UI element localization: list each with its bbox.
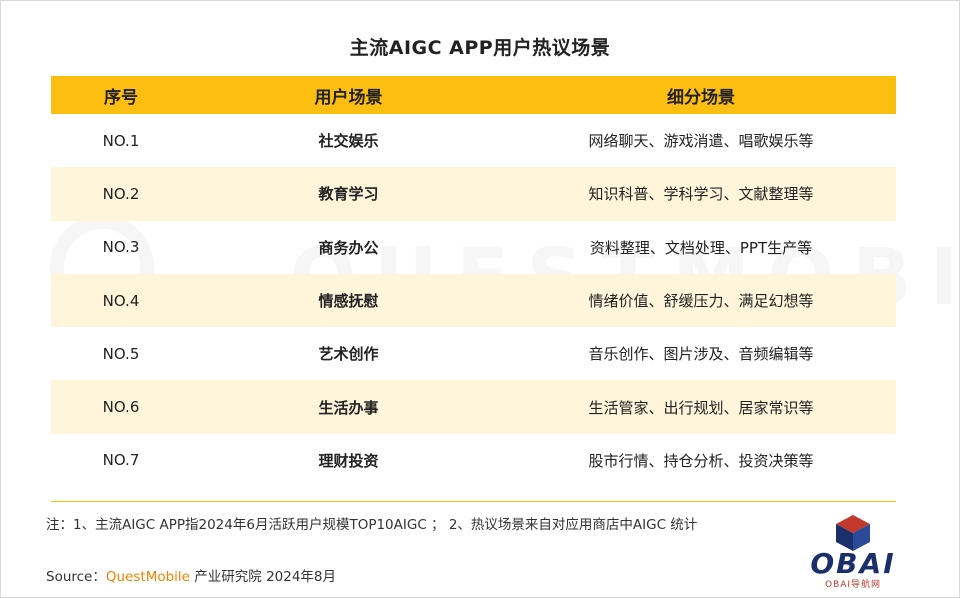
table-row: NO.4 情感抚慰 情绪价值、舒缓压力、满足幻想等 xyxy=(51,273,896,328)
row-no: NO.4 xyxy=(51,273,191,328)
row-detail: 知识科普、学科学习、文献整理等 xyxy=(506,167,896,221)
table-row: NO.7 理财投资 股市行情、持仓分析、投资决策等 xyxy=(51,434,896,487)
row-detail: 情绪价值、舒缓压力、满足幻想等 xyxy=(506,273,896,328)
table-row: NO.3 商务办公 资料整理、文档处理、PPT生产等 xyxy=(51,221,896,274)
source-label: Source： xyxy=(46,569,106,585)
source-line: Source：QuestMobile 产业研究院 2024年8月 xyxy=(46,565,336,585)
table-row: NO.1 社交娱乐 网络聊天、游戏消遣、唱歌娱乐等 xyxy=(51,114,896,167)
scenario-table: 序号 用户场景 细分场景 NO.1 社交娱乐 网络聊天、游戏消遣、唱歌娱乐等 N… xyxy=(51,76,896,487)
table-row: NO.2 教育学习 知识科普、学科学习、文献整理等 xyxy=(51,167,896,221)
row-no: NO.6 xyxy=(51,380,191,434)
row-no: NO.5 xyxy=(102,344,140,363)
footnote: 注：1、主流AIGC APP指2024年6月活跃用户规模TOP10AIGC ； … xyxy=(46,517,698,533)
row-detail: 资料整理、文档处理、PPT生产等 xyxy=(589,238,813,257)
source-rest: 产业研究院 2024年8月 xyxy=(189,569,337,585)
table-header-row: 序号 用户场景 细分场景 xyxy=(51,76,896,114)
source-brand: QuestMobile xyxy=(105,569,190,585)
logo-text: OBAI xyxy=(810,547,896,580)
header-detail: 细分场景 xyxy=(506,76,896,114)
table-row: NO.5 艺术创作 音乐创作、图片涉及、音频编辑等 xyxy=(51,327,896,380)
row-no: NO.7 xyxy=(102,451,140,470)
row-no: NO.3 xyxy=(102,238,140,257)
header-scene: 用户场景 xyxy=(191,76,506,114)
row-detail: 音乐创作、图片涉及、音频编辑等 xyxy=(588,345,814,364)
row-scene: 艺术创作 xyxy=(318,345,379,364)
row-scene: 理财投资 xyxy=(318,451,379,470)
row-no: NO.1 xyxy=(102,131,140,150)
row-scene: 社交娱乐 xyxy=(318,132,379,151)
row-scene: 商务办公 xyxy=(318,238,379,257)
row-scene: 生活办事 xyxy=(191,380,506,434)
page-title: 主流AIGC APP用户热议场景 xyxy=(349,37,611,59)
row-detail: 股市行情、持仓分析、投资决策等 xyxy=(588,451,814,470)
row-detail: 网络聊天、游戏消遣、唱歌娱乐等 xyxy=(588,132,814,151)
header-no: 序号 xyxy=(51,76,191,114)
row-no: NO.2 xyxy=(51,167,191,221)
row-scene: 情感抚慰 xyxy=(191,273,506,328)
obai-logo: OBAI OBAI导航网 xyxy=(806,513,900,590)
row-detail: 生活管家、出行规划、居家常识等 xyxy=(506,380,896,434)
table-row: NO.6 生活办事 生活管家、出行规划、居家常识等 xyxy=(51,380,896,434)
footer-divider xyxy=(51,501,896,502)
logo-subtext: OBAI导航网 xyxy=(824,580,882,590)
row-scene: 教育学习 xyxy=(191,167,506,221)
